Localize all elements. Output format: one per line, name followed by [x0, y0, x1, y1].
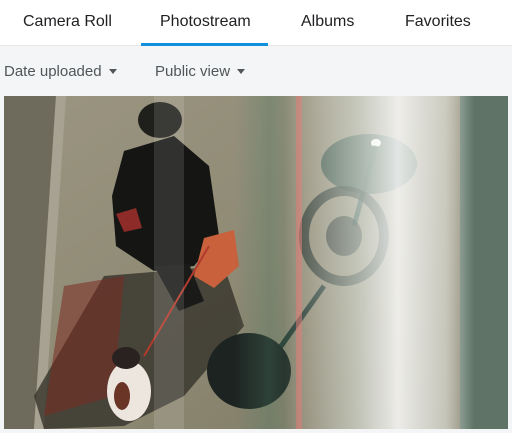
- tab-favorites[interactable]: Favorites: [405, 13, 471, 31]
- view-dropdown-label: Public view: [155, 63, 231, 80]
- tab-photostream[interactable]: Photostream: [160, 13, 251, 31]
- photo-image: [4, 96, 508, 429]
- caret-down-icon: [108, 69, 117, 74]
- sort-dropdown-label: Date uploaded: [4, 63, 102, 80]
- tab-albums[interactable]: Albums: [301, 13, 354, 31]
- tab-camera-roll[interactable]: Camera Roll: [23, 13, 112, 31]
- photo-thumbnail[interactable]: [4, 96, 508, 429]
- filter-bar: Date uploaded Public view: [0, 47, 512, 96]
- tab-bar: Camera Roll Photostream Albums Favorites: [0, 0, 512, 46]
- caret-down-icon: [237, 69, 246, 74]
- view-dropdown[interactable]: Public view: [155, 63, 246, 80]
- sort-dropdown[interactable]: Date uploaded: [4, 63, 117, 80]
- active-tab-indicator: [141, 43, 268, 46]
